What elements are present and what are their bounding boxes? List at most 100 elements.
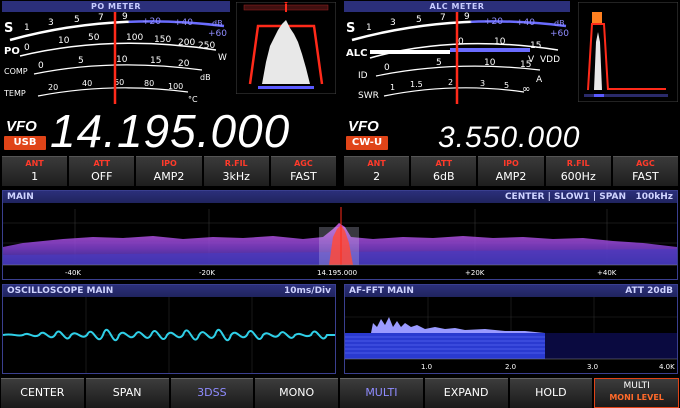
vfo-sub-frequency[interactable]: 3.550.000 bbox=[438, 120, 580, 156]
po-unit: W bbox=[218, 53, 227, 63]
temp-tick: 100 bbox=[168, 82, 183, 91]
po-meter-title: PO METER bbox=[2, 1, 230, 12]
po-s-tick: 1 bbox=[24, 23, 30, 33]
center-button[interactable]: CENTER bbox=[1, 378, 84, 408]
swr-tick: 2 bbox=[448, 78, 453, 87]
param-rfil[interactable]: R.FIL 600Hz bbox=[545, 156, 611, 186]
vfo-main-mode-badge[interactable]: USB bbox=[4, 136, 46, 150]
alc-label: ALC bbox=[346, 48, 367, 59]
scope-title: MAIN bbox=[7, 192, 34, 202]
alc-s-label: S bbox=[346, 21, 355, 36]
af-fft-axis-label: 2.0 bbox=[505, 363, 516, 371]
multi-moni-level-button[interactable]: MULTI MONI LEVEL bbox=[594, 378, 679, 408]
id-tick: 5 bbox=[436, 58, 442, 68]
multi-label: MULTI bbox=[623, 381, 650, 391]
comp-tick: 10 bbox=[116, 55, 128, 65]
param-ant[interactable]: ANT 1 bbox=[2, 156, 68, 186]
param-label: R.FIL bbox=[566, 159, 590, 168]
expand-button[interactable]: EXPAND bbox=[424, 378, 508, 408]
param-att[interactable]: ATT 6dB bbox=[411, 156, 477, 186]
vfo-sub-params: ANT 2 ATT 6dB IPO AMP2 R.FIL 600Hz AGC FAST bbox=[344, 156, 679, 186]
temp-tick: 40 bbox=[82, 79, 92, 88]
po-s-db: dB bbox=[212, 19, 223, 28]
po-tick: 50 bbox=[88, 33, 100, 43]
vdd-tick: 10 bbox=[494, 37, 506, 47]
param-label: R.FIL bbox=[224, 159, 248, 168]
comp-tick: 15 bbox=[150, 56, 161, 66]
af-fft-axis-label: 4.0K bbox=[659, 363, 675, 371]
3dss-button[interactable]: 3DSS bbox=[170, 378, 254, 408]
mono-button[interactable]: MONO bbox=[255, 378, 338, 408]
spectrum-scope-panel[interactable]: MAIN CENTER | SLOW1 | SPAN 100kHz -40K -2… bbox=[2, 190, 678, 280]
po-tick: 150 bbox=[154, 35, 171, 45]
param-value: 3kHz bbox=[222, 170, 250, 183]
param-att[interactable]: ATT OFF bbox=[69, 156, 135, 186]
po-s-tick: 3 bbox=[48, 18, 54, 28]
swr-tick: 1.5 bbox=[410, 80, 423, 89]
scope-axis-label: -40K bbox=[65, 269, 81, 277]
alc-s-tick: 5 bbox=[416, 15, 422, 25]
param-label: IPO bbox=[161, 159, 177, 168]
af-fft-display: 1.0 2.0 3.0 4.0K bbox=[345, 297, 677, 371]
param-rfil[interactable]: R.FIL 3kHz bbox=[203, 156, 269, 186]
temp-unit: °C bbox=[188, 95, 198, 104]
po-label: PO bbox=[4, 46, 20, 57]
alc-s-db: dB bbox=[554, 19, 565, 28]
af-fft-axis-label: 3.0 bbox=[587, 363, 598, 371]
alc-s-plus: +20 bbox=[484, 17, 503, 27]
param-value: FAST bbox=[632, 170, 659, 183]
oscilloscope-title: OSCILLOSCOPE MAIN bbox=[7, 286, 114, 296]
param-value: AMP2 bbox=[495, 170, 527, 183]
param-label: AGC bbox=[294, 159, 313, 168]
param-label: IPO bbox=[503, 159, 519, 168]
param-agc[interactable]: AGC FAST bbox=[270, 156, 337, 186]
comp-tick: 20 bbox=[178, 59, 190, 69]
param-value: FAST bbox=[290, 170, 317, 183]
param-ipo[interactable]: IPO AMP2 bbox=[478, 156, 544, 186]
po-s-label: S bbox=[4, 21, 13, 36]
oscilloscope-panel[interactable]: OSCILLOSCOPE MAIN 10ms/Div bbox=[2, 284, 336, 374]
comp-tick: 5 bbox=[78, 56, 84, 66]
swr-tick: 5 bbox=[504, 81, 509, 90]
vfo-sub-label: VFO bbox=[348, 118, 379, 135]
po-s-tick: 9 bbox=[122, 12, 128, 22]
spectrum-3dss[interactable]: -40K -20K 14.195.000 +20K +40K bbox=[3, 203, 677, 279]
vdd-tick: 15 bbox=[530, 41, 541, 51]
temp-tick: 20 bbox=[48, 83, 58, 92]
id-label: ID bbox=[358, 71, 368, 81]
vfo-main-frequency[interactable]: 14.195.000 bbox=[50, 104, 290, 158]
alc-meter-title: ALC METER bbox=[344, 1, 570, 12]
po-s-tick: 7 bbox=[98, 13, 104, 23]
alc-s-tick: 3 bbox=[390, 18, 396, 28]
alc-s-tick: 9 bbox=[464, 12, 470, 22]
alc-meter: S 1 3 5 7 9 +20 +40 +60 dB ALC 0 10 15 V… bbox=[346, 12, 569, 104]
po-s-plus: +60 bbox=[208, 29, 227, 39]
temp-label: TEMP bbox=[3, 89, 26, 98]
span-button[interactable]: SPAN bbox=[85, 378, 169, 408]
vdd-tick: 0 bbox=[458, 37, 464, 47]
vdd-unit: VDD bbox=[540, 55, 560, 65]
param-label: ANT bbox=[367, 159, 386, 168]
param-value: AMP2 bbox=[153, 170, 185, 183]
scope-axis-label: +40K bbox=[597, 269, 617, 277]
po-tick: 0 bbox=[24, 43, 30, 53]
af-fft-axis-label: 1.0 bbox=[421, 363, 432, 371]
param-value: 600Hz bbox=[560, 170, 596, 183]
multi-button[interactable]: MULTI bbox=[340, 378, 423, 408]
alc-s-tick: 1 bbox=[366, 23, 372, 33]
swr-inf: ∞ bbox=[522, 84, 530, 95]
param-agc[interactable]: AGC FAST bbox=[612, 156, 679, 186]
hold-button[interactable]: HOLD bbox=[509, 378, 593, 408]
af-fft-panel[interactable]: AF-FFT MAIN ATT 20dB 1.0 2.0 3.0 4.0K bbox=[344, 284, 678, 374]
alc-s-plus: +60 bbox=[550, 29, 569, 39]
scope-axis-label: 14.195.000 bbox=[317, 269, 357, 277]
vfo-main-params: ANT 1 ATT OFF IPO AMP2 R.FIL 3kHz AGC FAST bbox=[2, 156, 337, 186]
param-value: OFF bbox=[91, 170, 113, 183]
comp-label: COMP bbox=[4, 67, 28, 76]
param-value: 6dB bbox=[433, 170, 455, 183]
param-ant[interactable]: ANT 2 bbox=[344, 156, 410, 186]
param-ipo[interactable]: IPO AMP2 bbox=[136, 156, 202, 186]
scope-axis-label: -20K bbox=[199, 269, 215, 277]
id-tick: 15 bbox=[520, 60, 531, 70]
vfo-sub-mode-badge[interactable]: CW-U bbox=[346, 136, 388, 150]
